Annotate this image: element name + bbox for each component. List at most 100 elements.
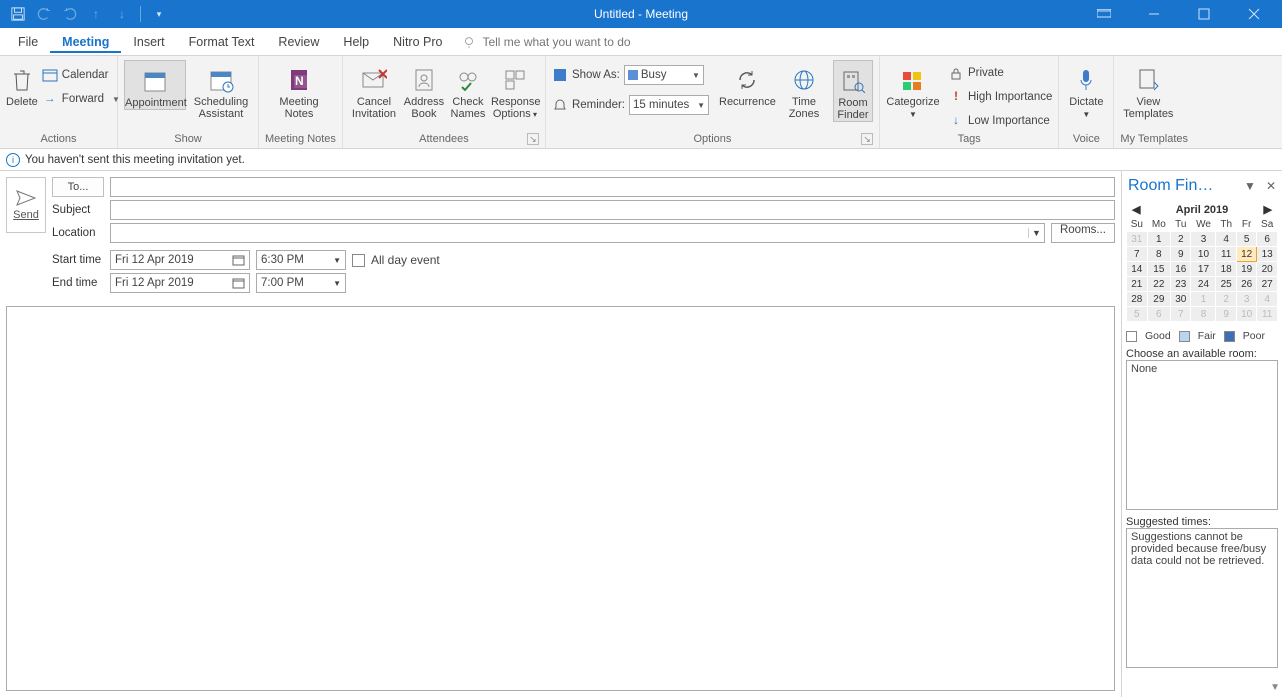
calendar-day[interactable]: 23 bbox=[1171, 277, 1191, 292]
calendar-day[interactable]: 3 bbox=[1236, 292, 1256, 307]
calendar-day[interactable]: 18 bbox=[1216, 262, 1236, 277]
menu-review[interactable]: Review bbox=[266, 31, 331, 53]
subject-input[interactable] bbox=[110, 200, 1115, 220]
rooms-button[interactable]: Rooms... bbox=[1051, 223, 1115, 243]
room-finder-button[interactable]: Room Finder bbox=[833, 60, 873, 122]
message-body[interactable] bbox=[6, 306, 1115, 691]
calendar-day[interactable]: 10 bbox=[1191, 247, 1216, 262]
view-templates-button[interactable]: View Templates bbox=[1120, 60, 1176, 120]
cancel-invitation-button[interactable]: Cancel Invitation bbox=[349, 60, 399, 120]
calendar-day[interactable]: 28 bbox=[1127, 292, 1148, 307]
minimize-icon[interactable] bbox=[1132, 0, 1176, 28]
menu-file[interactable]: File bbox=[6, 31, 50, 53]
delete-button[interactable]: Delete bbox=[6, 60, 38, 108]
recurrence-button[interactable]: Recurrence bbox=[719, 60, 775, 108]
calendar-day[interactable]: 11 bbox=[1257, 307, 1278, 322]
calendar-day[interactable]: 2 bbox=[1216, 292, 1236, 307]
end-time-input[interactable]: 7:00 PM▼ bbox=[256, 273, 346, 293]
high-importance-button[interactable]: !High Importance bbox=[948, 86, 1052, 108]
address-book-button[interactable]: Address Book bbox=[403, 60, 445, 120]
menu-meeting[interactable]: Meeting bbox=[50, 31, 121, 53]
calendar-day[interactable]: 31 bbox=[1127, 232, 1148, 247]
start-time-input[interactable]: 6:30 PM▼ bbox=[256, 250, 346, 270]
calendar-day[interactable]: 4 bbox=[1257, 292, 1278, 307]
show-as-select[interactable]: Busy▼ bbox=[624, 65, 704, 85]
maximize-icon[interactable] bbox=[1182, 0, 1226, 28]
calendar-day[interactable]: 22 bbox=[1147, 277, 1170, 292]
calendar-day[interactable]: 4 bbox=[1216, 232, 1236, 247]
calendar-day[interactable]: 12 bbox=[1236, 247, 1256, 262]
calendar-day[interactable]: 1 bbox=[1147, 232, 1170, 247]
calendar-day[interactable]: 29 bbox=[1147, 292, 1170, 307]
forward-button[interactable]: →Forward▼ bbox=[42, 88, 120, 110]
calendar-day[interactable]: 2 bbox=[1171, 232, 1191, 247]
categorize-button[interactable]: Categorize▼ bbox=[886, 60, 940, 120]
calendar-day[interactable]: 24 bbox=[1191, 277, 1216, 292]
pane-scroll-down-icon[interactable]: ▼ bbox=[1270, 682, 1280, 693]
next-item-icon[interactable]: ↓ bbox=[112, 4, 132, 24]
meeting-notes-button[interactable]: N Meeting Notes bbox=[265, 60, 333, 120]
tell-me-input[interactable] bbox=[482, 35, 682, 49]
to-button[interactable]: To... bbox=[52, 177, 104, 197]
calendar-day[interactable]: 7 bbox=[1127, 247, 1148, 262]
calendar-day[interactable]: 15 bbox=[1147, 262, 1170, 277]
pane-options-icon[interactable]: ▼ bbox=[1244, 179, 1256, 193]
calendar-button[interactable]: Calendar bbox=[42, 64, 120, 86]
send-button[interactable]: Send bbox=[6, 177, 46, 233]
scheduling-assistant-button[interactable]: Scheduling Assistant bbox=[190, 60, 252, 120]
options-launcher-icon[interactable]: ↘ bbox=[861, 133, 873, 145]
calendar-day[interactable]: 20 bbox=[1257, 262, 1278, 277]
calendar-day[interactable]: 9 bbox=[1171, 247, 1191, 262]
low-importance-button[interactable]: ↓Low Importance bbox=[948, 110, 1052, 132]
calendar-day[interactable]: 25 bbox=[1216, 277, 1236, 292]
calendar-day[interactable]: 8 bbox=[1191, 307, 1216, 322]
location-input[interactable]: ▼ bbox=[110, 223, 1045, 243]
calendar-day[interactable]: 27 bbox=[1257, 277, 1278, 292]
qat-customize-icon[interactable]: ▾ bbox=[149, 4, 169, 24]
calendar-day[interactable]: 7 bbox=[1171, 307, 1191, 322]
end-date-input[interactable]: Fri 12 Apr 2019 bbox=[110, 273, 250, 293]
available-rooms-list[interactable]: None bbox=[1126, 360, 1278, 510]
calendar-day[interactable]: 10 bbox=[1236, 307, 1256, 322]
save-icon[interactable] bbox=[8, 4, 28, 24]
calendar-day[interactable]: 26 bbox=[1236, 277, 1256, 292]
calendar-day[interactable]: 5 bbox=[1127, 307, 1148, 322]
close-icon[interactable] bbox=[1232, 0, 1276, 28]
calendar-day[interactable]: 30 bbox=[1171, 292, 1191, 307]
prev-month-icon[interactable]: ◀ bbox=[1132, 203, 1140, 216]
calendar-day[interactable]: 21 bbox=[1127, 277, 1148, 292]
calendar-day[interactable]: 6 bbox=[1147, 307, 1170, 322]
calendar-icon[interactable] bbox=[232, 277, 245, 289]
undo-icon[interactable] bbox=[34, 4, 54, 24]
reminder-select[interactable]: 15 minutes▼ bbox=[629, 95, 709, 115]
check-names-button[interactable]: Check Names bbox=[449, 60, 487, 120]
menu-nitro-pro[interactable]: Nitro Pro bbox=[381, 31, 454, 53]
calendar-day[interactable]: 5 bbox=[1236, 232, 1256, 247]
time-zones-button[interactable]: Time Zones bbox=[785, 60, 823, 120]
menu-insert[interactable]: Insert bbox=[121, 31, 176, 53]
menu-help[interactable]: Help bbox=[331, 31, 381, 53]
calendar-icon[interactable] bbox=[232, 254, 245, 266]
calendar-day[interactable]: 11 bbox=[1216, 247, 1236, 262]
start-date-input[interactable]: Fri 12 Apr 2019 bbox=[110, 250, 250, 270]
calendar-widget[interactable]: ◀ April 2019 ▶ SuMoTuWeThFrSa31123456789… bbox=[1126, 201, 1278, 322]
calendar-day[interactable]: 16 bbox=[1171, 262, 1191, 277]
private-button[interactable]: Private bbox=[948, 62, 1052, 84]
calendar-day[interactable]: 6 bbox=[1257, 232, 1278, 247]
calendar-day[interactable]: 3 bbox=[1191, 232, 1216, 247]
menu-format-text[interactable]: Format Text bbox=[177, 31, 267, 53]
calendar-day[interactable]: 8 bbox=[1147, 247, 1170, 262]
calendar-day[interactable]: 14 bbox=[1127, 262, 1148, 277]
next-month-icon[interactable]: ▶ bbox=[1264, 203, 1272, 216]
previous-item-icon[interactable]: ↑ bbox=[86, 4, 106, 24]
calendar-day[interactable]: 13 bbox=[1257, 247, 1278, 262]
pane-close-icon[interactable]: ✕ bbox=[1266, 179, 1276, 193]
calendar-day[interactable]: 1 bbox=[1191, 292, 1216, 307]
calendar-day[interactable]: 19 bbox=[1236, 262, 1256, 277]
redo-icon[interactable] bbox=[60, 4, 80, 24]
response-options-button[interactable]: Response Options ▾ bbox=[491, 60, 539, 120]
to-input[interactable] bbox=[110, 177, 1115, 197]
appointment-button[interactable]: Appointment bbox=[124, 60, 186, 110]
all-day-checkbox[interactable] bbox=[352, 254, 365, 267]
calendar-day[interactable]: 9 bbox=[1216, 307, 1236, 322]
